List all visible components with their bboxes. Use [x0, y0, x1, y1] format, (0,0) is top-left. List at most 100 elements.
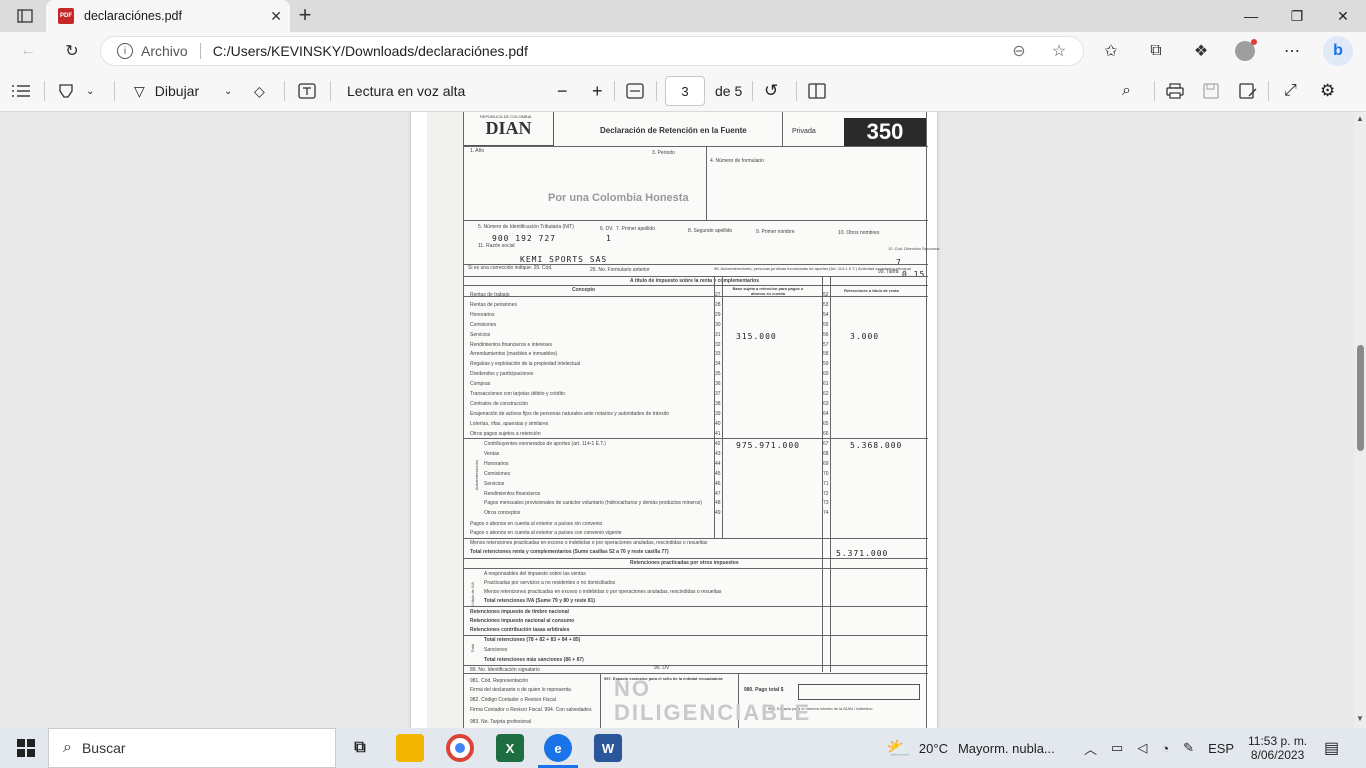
- row-number: 59: [823, 361, 829, 368]
- total-renta-value: 5.371.000: [836, 549, 889, 558]
- profile-avatar[interactable]: [1232, 38, 1258, 64]
- settings-gear-icon[interactable]: ⚙: [1320, 80, 1335, 102]
- row-number: 46: [715, 480, 721, 487]
- wifi-icon[interactable]: ◔: [1161, 741, 1169, 756]
- language-indicator[interactable]: ESP: [1208, 741, 1234, 756]
- toolbar-separator: [656, 81, 657, 101]
- row-label: Honorarios: [484, 460, 509, 467]
- row-number: 47: [715, 490, 721, 497]
- row-number: 58: [823, 351, 829, 358]
- notifications-icon[interactable]: ▤: [1324, 728, 1339, 768]
- copilot-icon[interactable]: b: [1323, 36, 1353, 66]
- file-explorer-icon[interactable]: [396, 734, 424, 762]
- favorites-icon[interactable]: ✩: [1098, 38, 1124, 64]
- total1-label: Total retenciones (78 + 82 + 83 + 84 + 8…: [484, 637, 581, 643]
- fullscreen-icon[interactable]: ⤢: [1284, 80, 1297, 102]
- tray-icons[interactable]: ︿ ▭ ◁ ◔ ✎ ESP: [1084, 728, 1234, 768]
- extensions-icon[interactable]: ❖: [1188, 38, 1214, 64]
- clock[interactable]: 11:53 p. m. 8/06/2023: [1248, 728, 1307, 768]
- word-icon[interactable]: W: [594, 734, 622, 762]
- row-retention-value: 3.000: [850, 331, 880, 341]
- refresh-icon[interactable]: ↻: [60, 40, 84, 62]
- primer-apellido-label: 7. Primer apellido: [616, 226, 655, 232]
- browser-tab[interactable]: PDF declaraciónes.pdf ✕: [46, 0, 290, 32]
- edge-icon[interactable]: e: [544, 734, 572, 762]
- toolbar-separator: [1268, 81, 1269, 101]
- section-otros: Retenciones practicadas por otros impues…: [630, 560, 739, 566]
- excel-icon[interactable]: X: [496, 734, 524, 762]
- scroll-down-icon[interactable]: ▼: [1356, 714, 1364, 723]
- row-number: 68: [823, 450, 829, 457]
- save-as-icon[interactable]: [1239, 80, 1257, 102]
- row-number: 42: [715, 441, 721, 447]
- vertical-scrollbar[interactable]: ▲ ▼: [1354, 112, 1366, 728]
- exterior2-label: Pagos o abonos en cuenta al exterior a p…: [470, 530, 622, 536]
- address-bar[interactable]: i Archivo C:/Users/KEVINSKY/Downloads/de…: [100, 36, 1084, 66]
- volume-icon[interactable]: ◁: [1137, 740, 1147, 756]
- row-number: 64: [823, 410, 829, 417]
- highlight-chevron-icon[interactable]: ⌄: [86, 80, 94, 102]
- page-number-input[interactable]: 3: [665, 76, 705, 106]
- scrollbar-thumb[interactable]: [1357, 345, 1364, 451]
- print-icon[interactable]: [1166, 80, 1184, 102]
- row-label: Ventas: [484, 450, 500, 457]
- draw-chevron-icon[interactable]: ⌄: [224, 80, 232, 102]
- battery-icon[interactable]: ▭: [1111, 740, 1123, 756]
- field-periodo: 3. Periodo: [652, 150, 675, 156]
- address-url: C:/Users/KEVINSKY/Downloads/declaracióne…: [212, 43, 528, 59]
- rotate-icon[interactable]: ↺: [764, 80, 778, 102]
- divider: [464, 276, 928, 277]
- restore-button[interactable]: ❐: [1274, 0, 1320, 32]
- row-number: 37: [715, 391, 721, 397]
- contents-icon[interactable]: [12, 80, 30, 102]
- chrome-icon[interactable]: [446, 734, 474, 762]
- col-base: Base sujeta a retención para pagos o abo…: [732, 286, 804, 296]
- zoom-out-button[interactable]: −: [557, 80, 568, 102]
- back-icon[interactable]: ←: [16, 40, 40, 62]
- chevron-up-icon[interactable]: ︿: [1084, 739, 1097, 758]
- collections-icon[interactable]: ⧉: [1143, 38, 1169, 64]
- info-icon[interactable]: i: [117, 43, 133, 59]
- iva2-label: Practicadas por servicios a no residente…: [484, 580, 616, 586]
- pdf-page: REPÚBLICA DE COLOMBIA DIAN Declaración d…: [411, 112, 939, 728]
- close-tab-icon[interactable]: ✕: [270, 8, 282, 25]
- highlight-icon[interactable]: [58, 80, 74, 102]
- taskbar: ⌕ Buscar ⧉ X e W ⛅ 20°C Mayorm. nubla...…: [0, 728, 1366, 768]
- row-number: 28: [715, 301, 721, 308]
- more-menu-icon[interactable]: ⋯: [1279, 38, 1305, 64]
- scroll-up-icon[interactable]: ▲: [1356, 114, 1364, 123]
- no-diligenciable-stamp: NO DILIGENCIABLE: [614, 676, 812, 725]
- eraser-icon[interactable]: ◇: [254, 80, 265, 102]
- row-number: 35: [715, 371, 721, 378]
- row-number: 43: [715, 450, 721, 457]
- search-icon[interactable]: ⌕: [1122, 80, 1131, 102]
- close-window-button[interactable]: ✕: [1320, 0, 1366, 32]
- divider: [464, 538, 928, 539]
- windows-start-icon[interactable]: [12, 734, 40, 762]
- pen-icon[interactable]: ✎: [1183, 740, 1194, 756]
- taskbar-search[interactable]: ⌕ Buscar: [48, 728, 336, 768]
- read-aloud-button[interactable]: Lectura en voz alta: [347, 80, 465, 102]
- favorite-star-icon[interactable]: ☆: [1046, 38, 1072, 64]
- task-view-icon[interactable]: ⧉: [346, 734, 374, 762]
- page-view-icon[interactable]: [808, 80, 826, 102]
- row-base-value: 975.971.000: [736, 441, 800, 450]
- row-label: Rendimientos financieros e intereses: [470, 341, 552, 348]
- row-number: 63: [823, 400, 829, 407]
- new-tab-button[interactable]: +: [294, 4, 316, 26]
- row-number: 56: [823, 331, 829, 338]
- text-box-icon[interactable]: [298, 80, 316, 102]
- dian-logo-text: DIAN: [485, 118, 532, 138]
- fit-width-icon[interactable]: [626, 80, 644, 102]
- pdf-viewer[interactable]: REPÚBLICA DE COLOMBIA DIAN Declaración d…: [0, 112, 1354, 728]
- zoom-out-icon[interactable]: ⊖: [1006, 38, 1032, 64]
- section-renta: A título de impuesto sobre la renta y co…: [630, 278, 760, 284]
- zoom-in-button[interactable]: +: [592, 80, 603, 102]
- address-scheme-label: Archivo: [141, 43, 188, 59]
- minimize-button[interactable]: —: [1228, 0, 1274, 32]
- row-number: 27: [715, 292, 721, 298]
- tab-actions-icon[interactable]: [14, 6, 36, 26]
- draw-button[interactable]: ▽ Dibujar: [134, 80, 199, 102]
- weather-widget[interactable]: ⛅ 20°C Mayorm. nubla...: [886, 728, 1055, 768]
- row-number: 60: [823, 371, 829, 378]
